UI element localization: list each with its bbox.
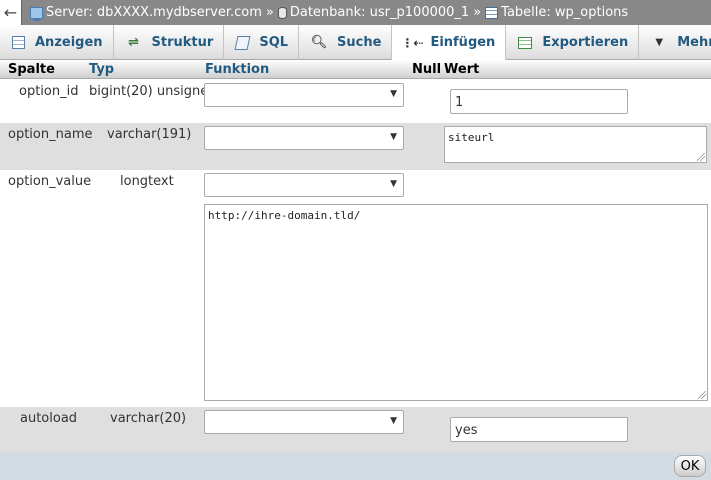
column-type: varchar(191)	[107, 127, 192, 142]
tab-structure[interactable]: ⇌ Struktur	[114, 25, 225, 60]
tab-search[interactable]: 🔍︎ Suche	[299, 25, 393, 60]
tab-insert-label: Einfügen	[430, 35, 496, 50]
database-icon	[277, 6, 287, 19]
tab-search-label: Suche	[337, 35, 382, 50]
tab-structure-label: Struktur	[151, 35, 214, 50]
function-select[interactable]: ▼	[204, 126, 404, 150]
chevron-down-icon: ▼	[390, 179, 397, 189]
resize-grip-icon[interactable]	[697, 153, 705, 161]
column-type: longtext	[120, 174, 174, 189]
function-select[interactable]: ▼	[204, 83, 404, 107]
chevron-down-icon: ▼	[390, 89, 397, 99]
column-name: autoload	[20, 411, 78, 426]
back-arrow-icon[interactable]: ←	[0, 0, 22, 25]
header-value: Wert	[444, 62, 480, 77]
breadcrumb: ← Server: dbXXXX.mydbserver.com » Datenb…	[0, 0, 711, 25]
breadcrumb-table[interactable]: Tabelle: wp_options	[485, 5, 628, 20]
value-textarea[interactable]: siteurl	[444, 126, 707, 163]
resize-grip-icon[interactable]	[698, 391, 706, 399]
breadcrumb-database-label[interactable]: Datenbank: usr_p100000_1	[290, 5, 469, 20]
tab-bar: Anzeigen ⇌ Struktur SQL 🔍︎ Suche ⋮⇠ Einf…	[0, 25, 711, 61]
form-footer: OK	[0, 452, 711, 480]
value-input[interactable]: yes	[450, 417, 628, 442]
header-column: Spalte	[8, 62, 55, 77]
ok-button[interactable]: OK	[674, 455, 706, 477]
table-row: option_value longtext ▼ http://ihre-doma…	[0, 170, 711, 407]
tab-export-label: Exportieren	[542, 35, 629, 50]
tab-export[interactable]: Exportieren	[506, 25, 640, 60]
header-null: Null	[412, 62, 442, 77]
tab-browse-label: Anzeigen	[35, 35, 103, 50]
table-row: option_id bigint(20) unsigned ▼ 1	[0, 80, 711, 123]
insert-icon: ⋮⇠	[401, 35, 424, 50]
column-name: option_name	[8, 127, 93, 142]
search-icon: 🔍︎	[310, 35, 328, 50]
function-select[interactable]: ▼	[204, 173, 404, 197]
breadcrumb-separator: »	[473, 5, 482, 20]
tab-insert[interactable]: ⋮⇠ Einfügen	[392, 25, 507, 61]
table-row: option_name varchar(191) ▼ siteurl	[0, 123, 711, 170]
value-input[interactable]: 1	[450, 89, 628, 114]
column-type: bigint(20) unsigned	[89, 84, 217, 99]
value-text: siteurl	[448, 131, 495, 144]
tab-sql-label: SQL	[259, 35, 289, 50]
chevron-down-icon: ▼	[390, 416, 397, 426]
function-select[interactable]: ▼	[204, 410, 404, 434]
server-icon	[30, 6, 43, 21]
tab-more[interactable]: ▼ Mehr	[639, 25, 711, 60]
more-icon: ▼	[655, 37, 664, 48]
structure-icon: ⇌	[128, 35, 139, 50]
table-icon	[485, 6, 499, 19]
tab-sql[interactable]: SQL	[224, 25, 300, 60]
value-textarea[interactable]: http://ihre-domain.tld/	[204, 204, 708, 401]
chevron-down-icon: ▼	[390, 132, 397, 142]
breadcrumb-server[interactable]: Server: dbXXXX.mydbserver.com	[30, 5, 262, 21]
breadcrumb-server-label[interactable]: Server: dbXXXX.mydbserver.com	[46, 5, 262, 20]
sql-icon	[234, 35, 251, 50]
breadcrumb-database[interactable]: Datenbank: usr_p100000_1	[277, 5, 469, 20]
column-type: varchar(20)	[110, 411, 187, 426]
tab-browse[interactable]: Anzeigen	[0, 25, 114, 60]
browse-icon	[12, 36, 25, 49]
export-icon	[518, 36, 533, 49]
table-row: autoload varchar(20) ▼ yes	[0, 407, 711, 452]
column-name: option_id	[19, 84, 79, 99]
breadcrumb-separator: »	[265, 5, 274, 20]
column-name: option_value	[8, 174, 92, 189]
tab-more-label: Mehr	[677, 35, 711, 50]
table-header: Spalte Typ Funktion Null Wert	[0, 60, 711, 79]
breadcrumb-table-label[interactable]: Tabelle: wp_options	[501, 5, 628, 20]
header-function[interactable]: Funktion	[205, 62, 269, 77]
header-type[interactable]: Typ	[89, 62, 114, 77]
value-text: http://ihre-domain.tld/	[208, 209, 361, 222]
